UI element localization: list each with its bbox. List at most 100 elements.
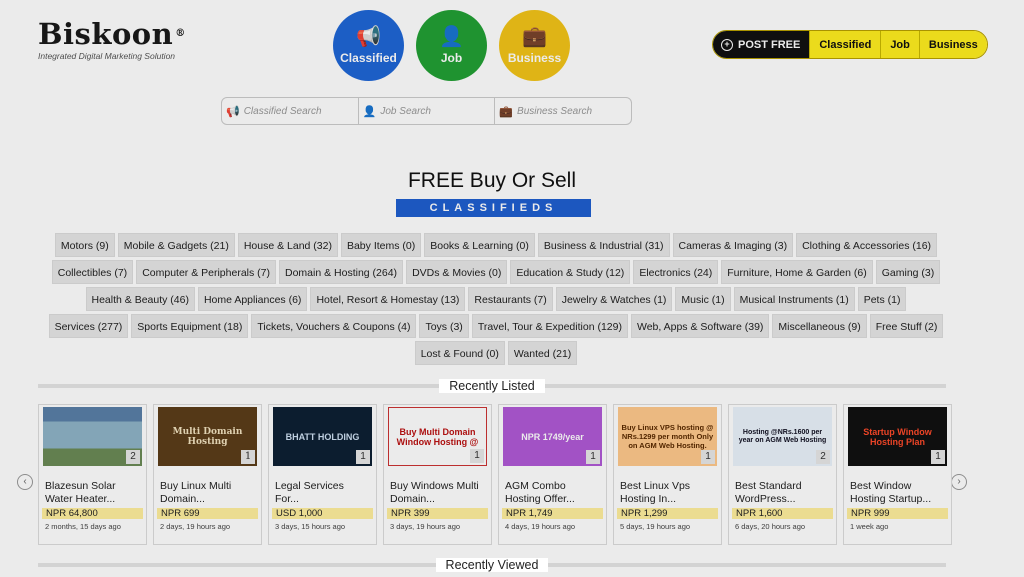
category-link[interactable]: Cameras & Imaging (3)	[672, 233, 794, 257]
category-link[interactable]: Restaurants (7)	[468, 287, 553, 311]
listing-card[interactable]: Buy Multi Domain Window Hosting @ 1 Buy …	[383, 404, 492, 545]
image-count: 1	[241, 450, 255, 464]
logo-tagline: Integrated Digital Marketing Solution	[38, 51, 176, 61]
category-link[interactable]: Free Stuff (2)	[869, 314, 944, 338]
category-link[interactable]: Computer & Peripherals (7)	[136, 260, 276, 284]
category-link[interactable]: Books & Learning (0)	[424, 233, 535, 257]
page: Biskoon ® Integrated Digital Marketing So…	[0, 0, 1024, 577]
listing-card[interactable]: NPR 1749/year 1 AGM Combo Hosting Offer.…	[498, 404, 607, 545]
listing-thumbnail: BHATT HOLDING 1	[273, 407, 372, 466]
listing-posted-time: 3 days, 19 hours ago	[390, 522, 461, 531]
carousel-prev-button[interactable]: ‹	[17, 474, 33, 490]
section-nav-circles: 📢 Classified 👤 Job 💼 Business	[333, 10, 570, 81]
listing-thumbnail: Multi Domain Hosting 1	[158, 407, 257, 466]
search-bar: 📢 Classified Search 👤 Job Search 💼 Busin…	[221, 97, 632, 125]
category-link[interactable]: Furniture, Home & Garden (6)	[721, 260, 873, 284]
listing-posted-time: 4 days, 19 hours ago	[505, 522, 576, 531]
listing-card[interactable]: Startup Window Hosting Plan 1 Best Windo…	[843, 404, 952, 545]
job-circle-button[interactable]: 👤 Job	[416, 10, 487, 81]
recently-listed-heading: Recently Listed	[38, 379, 946, 393]
listing-price: NPR 64,800	[42, 508, 143, 519]
category-link[interactable]: Sports Equipment (18)	[131, 314, 249, 338]
megaphone-icon: 📢	[356, 26, 381, 48]
category-link[interactable]: House & Land (32)	[237, 233, 338, 257]
listing-card[interactable]: 2 Blazesun Solar Water Heater... NPR 64,…	[38, 404, 147, 545]
listing-title: Buy Linux Multi Domain...	[160, 480, 232, 505]
image-count: 1	[586, 450, 600, 464]
category-link[interactable]: Jewelry & Watches (1)	[555, 287, 673, 311]
listing-price: NPR 699	[157, 508, 258, 519]
post-classified-tab[interactable]: Classified	[809, 31, 881, 58]
category-link[interactable]: Home Appliances (6)	[197, 287, 308, 311]
job-circle-label: Job	[440, 51, 463, 65]
classifieds-badge: CLASSIFIEDS	[396, 199, 591, 217]
listing-title: Blazesun Solar Water Heater...	[45, 480, 116, 505]
job-search-input[interactable]: 👤 Job Search	[359, 98, 496, 124]
listing-price: USD 1,000	[272, 508, 373, 519]
category-link[interactable]: Pets (1)	[857, 287, 907, 311]
listing-card[interactable]: BHATT HOLDING 1 Legal Services For... US…	[268, 404, 377, 545]
category-link[interactable]: Miscellaneous (9)	[772, 314, 867, 338]
category-link[interactable]: Toys (3)	[419, 314, 469, 338]
listing-posted-time: 1 week ago	[850, 522, 889, 531]
image-count: 1	[470, 449, 484, 463]
category-link[interactable]: Domain & Hosting (264)	[279, 260, 404, 284]
person-icon: 👤	[439, 26, 464, 48]
category-link[interactable]: Collectibles (7)	[51, 260, 134, 284]
classified-search-input[interactable]: 📢 Classified Search	[222, 98, 359, 124]
category-link[interactable]: Hotel, Resort & Homestay (13)	[310, 287, 466, 311]
listing-card[interactable]: Buy Linux VPS hosting @ NRs.1299 per mon…	[613, 404, 722, 545]
category-link[interactable]: Tickets, Vouchers & Coupons (4)	[251, 314, 417, 338]
category-link[interactable]: DVDs & Movies (0)	[406, 260, 508, 284]
listing-title: Best Window Hosting Startup...	[850, 480, 932, 505]
listing-posted-time: 2 months, 15 days ago	[45, 522, 121, 531]
post-job-tab[interactable]: Job	[880, 31, 919, 58]
business-search-input[interactable]: 💼 Business Search	[495, 98, 631, 124]
post-free-button[interactable]: + POST FREE	[713, 31, 810, 58]
briefcase-icon: 💼	[499, 105, 514, 118]
logo-name: Biskoon	[38, 17, 174, 51]
category-link[interactable]: Clothing & Accessories (16)	[796, 233, 938, 257]
listing-price: NPR 399	[387, 508, 488, 519]
category-link[interactable]: Services (277)	[48, 314, 129, 338]
post-business-tab[interactable]: Business	[918, 31, 987, 58]
classified-search-placeholder: Classified Search	[243, 105, 322, 117]
listing-price: NPR 999	[847, 508, 948, 519]
listing-title: Buy Windows Multi Domain...	[390, 480, 479, 505]
listing-thumbnail: Startup Window Hosting Plan 1	[848, 407, 947, 466]
business-search-placeholder: Business Search	[517, 105, 593, 117]
classified-circle-button[interactable]: 📢 Classified	[333, 10, 404, 81]
category-link[interactable]: Baby Items (0)	[340, 233, 422, 257]
person-icon: 👤	[362, 105, 377, 118]
category-link[interactable]: Motors (9)	[54, 233, 115, 257]
image-count: 1	[701, 450, 715, 464]
category-link[interactable]: Wanted (21)	[507, 341, 578, 365]
category-link[interactable]: Musical Instruments (1)	[733, 287, 855, 311]
listing-card[interactable]: Multi Domain Hosting 1 Buy Linux Multi D…	[153, 404, 262, 545]
listing-title: Best Linux Vps Hosting In...	[620, 480, 691, 505]
listing-title: Legal Services For...	[275, 480, 344, 505]
category-link[interactable]: Electronics (24)	[633, 260, 719, 284]
site-logo[interactable]: Biskoon ® Integrated Digital Marketing So…	[38, 18, 198, 61]
listing-title: AGM Combo Hosting Offer...	[505, 480, 575, 505]
category-link[interactable]: Health & Beauty (46)	[85, 287, 195, 311]
listing-price: NPR 1,299	[617, 508, 718, 519]
chevron-left-icon: ‹	[23, 476, 27, 487]
category-link[interactable]: Music (1)	[675, 287, 731, 311]
category-link[interactable]: Web, Apps & Software (39)	[630, 314, 770, 338]
listing-price: NPR 1,749	[502, 508, 603, 519]
business-circle-button[interactable]: 💼 Business	[499, 10, 570, 81]
category-link[interactable]: Education & Study (12)	[510, 260, 631, 284]
post-free-label: POST FREE	[738, 38, 801, 51]
category-link[interactable]: Mobile & Gadgets (21)	[117, 233, 235, 257]
recently-viewed-heading: Recently Viewed	[38, 558, 946, 572]
category-link[interactable]: Business & Industrial (31)	[537, 233, 670, 257]
recently-viewed-title: Recently Viewed	[435, 558, 549, 572]
listing-thumbnail: 2	[43, 407, 142, 466]
category-link[interactable]: Travel, Tour & Expedition (129)	[471, 314, 628, 338]
carousel-next-button[interactable]: ›	[951, 474, 967, 490]
category-link[interactable]: Lost & Found (0)	[414, 341, 505, 365]
category-link[interactable]: Gaming (3)	[875, 260, 941, 284]
listing-card[interactable]: Hosting @NRs.1600 per year on AGM Web Ho…	[728, 404, 837, 545]
image-count: 1	[931, 450, 945, 464]
